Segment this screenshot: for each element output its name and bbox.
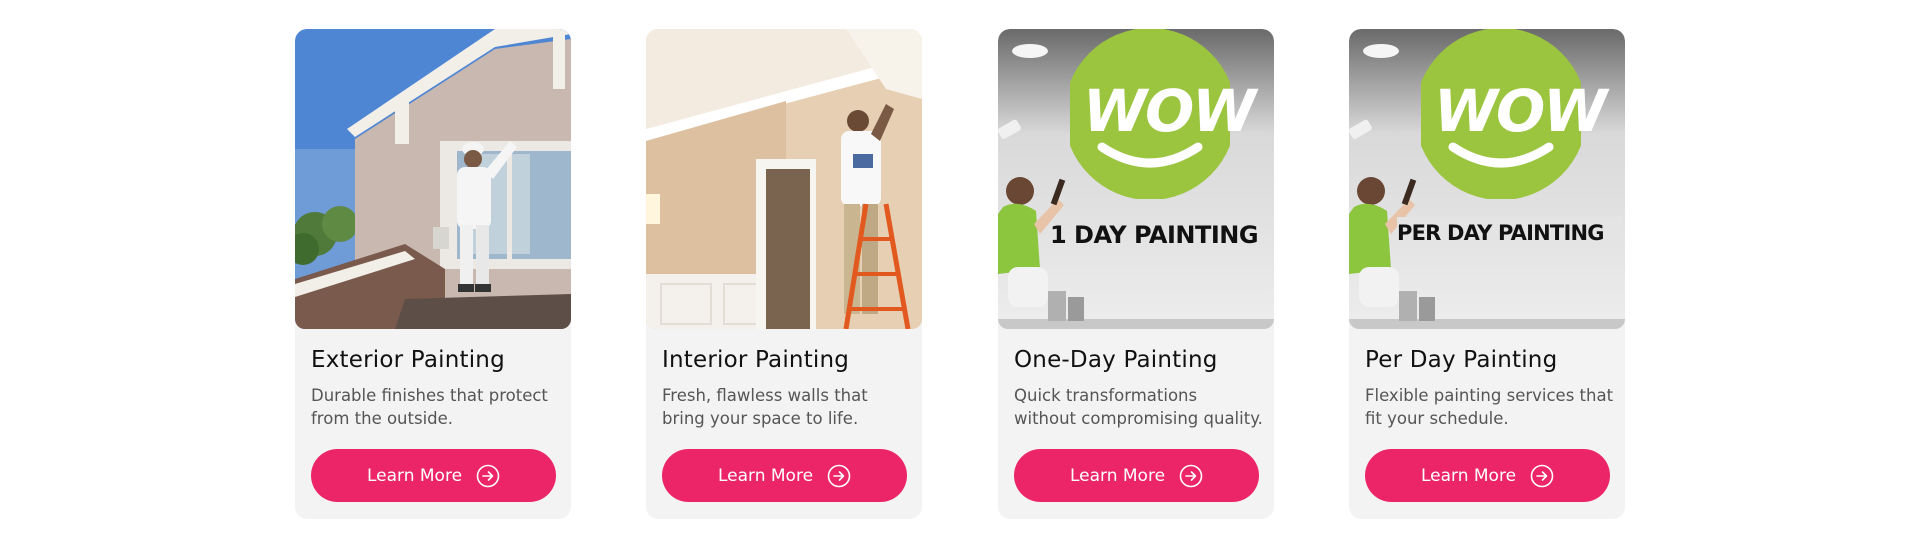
- arrow-right-circle-icon: [1179, 464, 1203, 488]
- card-description: Quick transformations without compromisi…: [1014, 386, 1263, 428]
- exterior-painting-image: [295, 29, 571, 329]
- learn-more-label: Learn More: [366, 465, 463, 486]
- card-title: Exterior Painting: [311, 347, 505, 373]
- services-cards-row: Exterior Painting Durable finishes that …: [0, 0, 1920, 548]
- wow-logo-text: WOW: [1083, 77, 1256, 145]
- service-card-interior: Interior Painting Fresh, flawless walls …: [646, 29, 922, 519]
- one-day-painting-image: WOW 1 DAY PAINTING: [998, 29, 1274, 329]
- card-description: Durable finishes that protect from the o…: [311, 386, 548, 428]
- arrow-right-circle-icon: [476, 464, 500, 488]
- learn-more-label: Learn More: [1420, 465, 1517, 486]
- learn-more-button-per-day[interactable]: Learn More: [1365, 449, 1610, 502]
- interior-painting-image: [646, 29, 922, 329]
- learn-more-button-interior[interactable]: Learn More: [662, 449, 907, 502]
- learn-more-button-one-day[interactable]: Learn More: [1014, 449, 1259, 502]
- service-card-one-day: WOW 1 DAY PAINTING One-Day Painting Quic…: [998, 29, 1274, 519]
- card-title: Per Day Painting: [1365, 347, 1558, 373]
- learn-more-label: Learn More: [1069, 465, 1166, 486]
- arrow-right-circle-icon: [827, 464, 851, 488]
- banner-text: 1 DAY PAINTING: [1050, 221, 1259, 249]
- service-card-exterior: Exterior Painting Durable finishes that …: [295, 29, 571, 519]
- card-description: Flexible painting services that fit your…: [1365, 386, 1614, 428]
- arrow-right-circle-icon: [1530, 464, 1554, 488]
- learn-more-label: Learn More: [717, 465, 814, 486]
- per-day-painting-image: WOW PER DAY PAINTING: [1349, 29, 1625, 329]
- wow-logo-text: WOW: [1434, 77, 1607, 145]
- card-title: One-Day Painting: [1014, 347, 1218, 373]
- card-title: Interior Painting: [662, 347, 850, 373]
- card-description: Fresh, flawless walls that bring your sp…: [662, 386, 868, 428]
- service-card-per-day: WOW PER DAY PAINTING Per Day Painting Fl…: [1349, 29, 1625, 519]
- banner-text: PER DAY PAINTING: [1397, 221, 1604, 245]
- learn-more-button-exterior[interactable]: Learn More: [311, 449, 556, 502]
